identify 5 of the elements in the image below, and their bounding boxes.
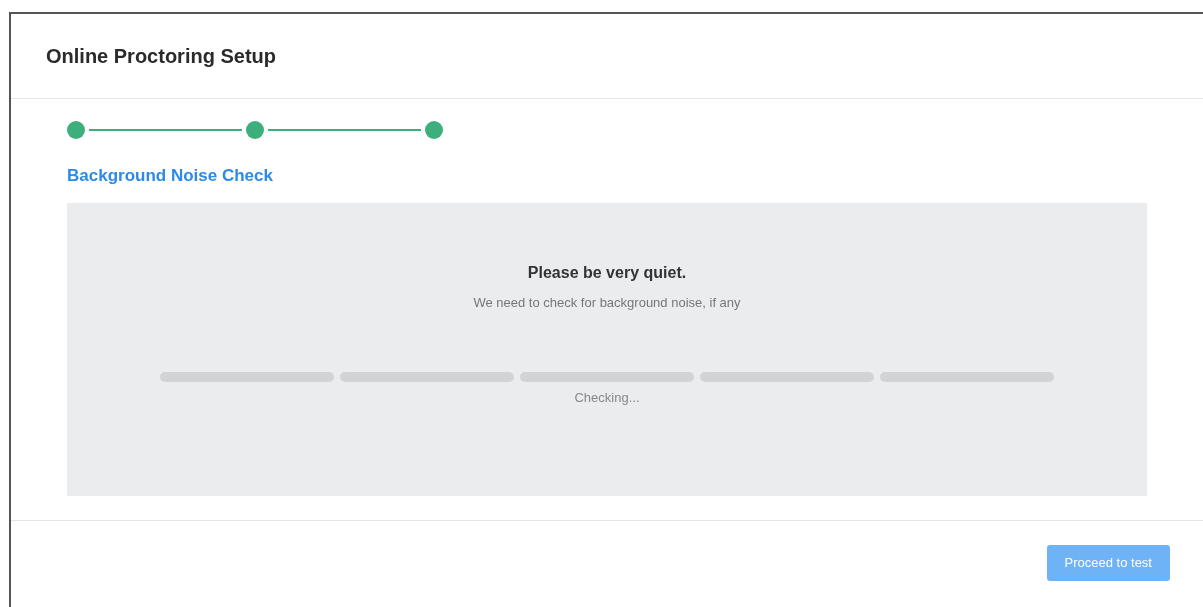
status-text: Checking... [574, 389, 640, 407]
section-title: Background Noise Check [67, 165, 274, 187]
panel-heading: Please be very quiet. [527, 262, 687, 283]
panel-message: We need to check for background noise, if any [473, 293, 741, 312]
window-title: Online Proctoring Setup [46, 44, 276, 69]
